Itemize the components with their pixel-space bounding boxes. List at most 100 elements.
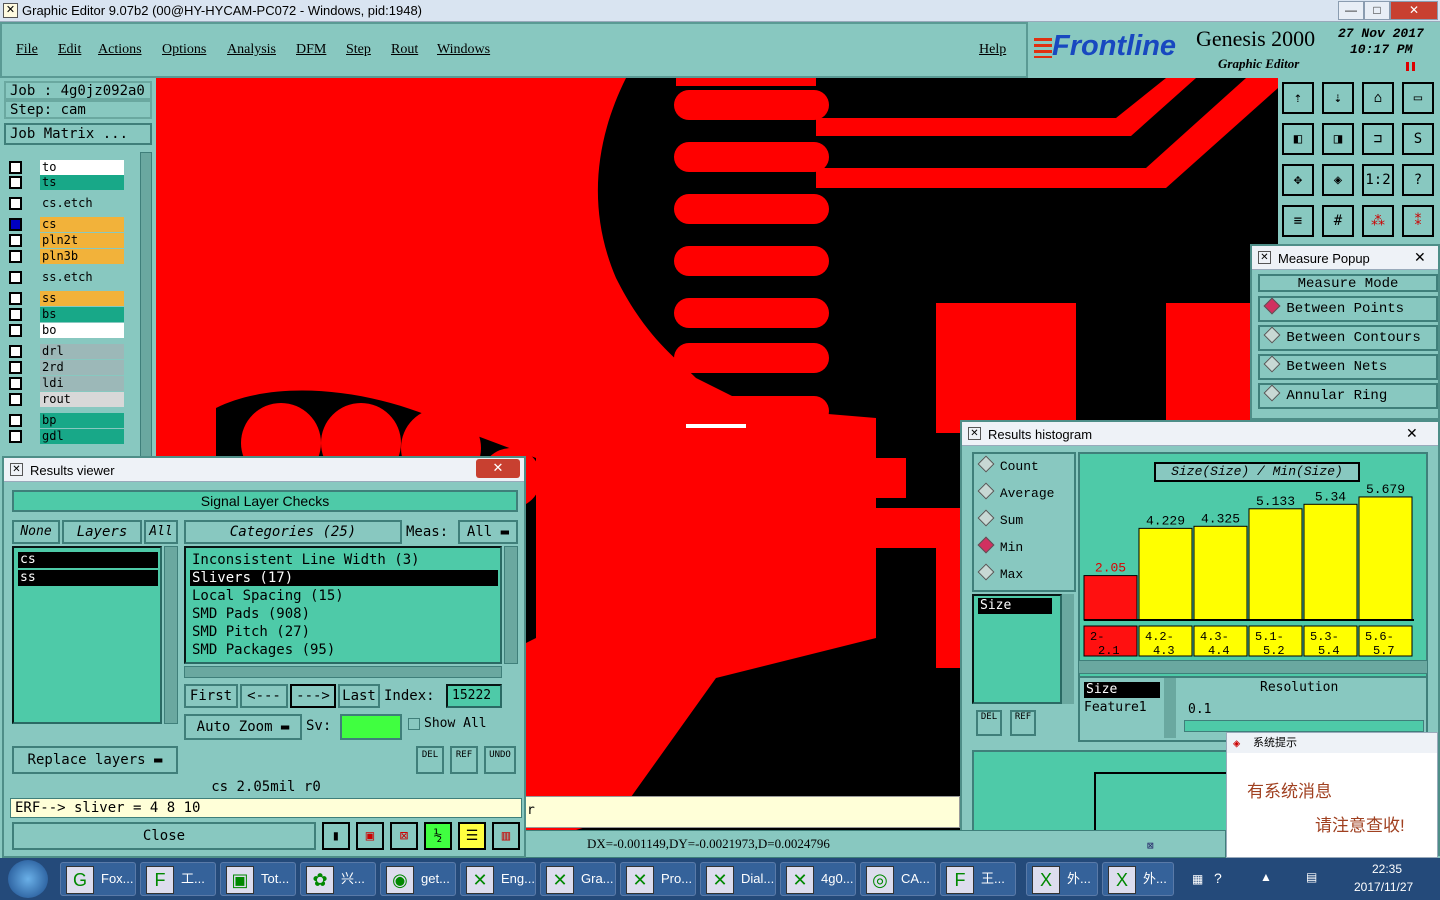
taskbar-item[interactable]: F 工... [140,862,216,896]
menu-help[interactable]: Help [979,42,1006,58]
layer-checkbox[interactable] [9,324,22,337]
histogram-bar[interactable] [1358,496,1413,621]
layer-checkbox[interactable] [9,250,22,263]
layer-name[interactable]: drl [40,344,124,359]
measure-option[interactable]: Between Nets [1258,354,1438,380]
layer-name[interactable]: to [40,160,124,175]
menu-rout[interactable]: Rout [391,42,418,58]
histogram-bar[interactable] [1248,508,1303,621]
center-icon[interactable]: ◈ [1322,164,1354,196]
layer-checkbox[interactable] [9,308,22,321]
stat-option[interactable]: Average [977,482,1054,501]
layer-checkbox[interactable] [9,414,22,427]
maximize-button[interactable]: □ [1364,1,1390,20]
taskbar-item[interactable]: ✕ Dial... [700,862,776,896]
result-layer-item[interactable]: ss [18,570,158,586]
next-button[interactable]: ---> [290,684,336,708]
first-button[interactable]: First [184,684,238,708]
clock-date[interactable]: 2017/11/27 [1354,880,1413,894]
drc-icon[interactable]: ⁂ [1362,205,1394,237]
undo-button[interactable]: UNDO [484,746,516,774]
stat-option[interactable]: Min [977,536,1023,555]
taskbar-item[interactable]: ◉ get... [380,862,456,896]
keyboard-icon[interactable]: ▦ [1192,872,1203,886]
layer-checkbox[interactable] [9,271,22,284]
notes-icon[interactable]: ☰ [458,822,486,850]
severity-selector[interactable] [340,714,402,740]
zoom-in-icon[interactable]: ◨ [1322,123,1354,155]
layer-name[interactable]: pln2t [40,233,124,248]
layer-name[interactable]: rout [40,392,124,407]
measure-option[interactable]: Between Contours [1258,325,1438,351]
menu-step[interactable]: Step [346,42,371,58]
res-field-feature1[interactable]: Feature1 [1084,700,1147,715]
close-window-button[interactable]: ✕ [1390,1,1438,20]
scale-icon[interactable]: 1:2 [1362,164,1394,196]
save-icon[interactable]: ⇣ [1322,82,1354,114]
menu-dfm[interactable]: DFM [296,42,326,58]
snap-icon[interactable]: S [1402,123,1434,155]
show-all-checkbox[interactable] [408,718,420,730]
layer-row-cs[interactable]: cs [6,217,124,232]
category-hscrollbar[interactable] [184,666,502,678]
close-icon[interactable]: ✕ [1414,249,1426,266]
layer-checkbox[interactable] [9,292,22,305]
taskbar-item[interactable]: X 外... [1102,862,1174,896]
histogram-bar[interactable] [1303,503,1358,621]
layer-name[interactable]: cs [40,217,124,232]
res-field-size[interactable]: Size [1084,682,1160,698]
histogram-bar[interactable] [1083,575,1138,621]
layer-checkbox[interactable] [9,377,22,390]
layer-row-ts[interactable]: ts [6,175,124,190]
help-icon[interactable]: ? [1402,164,1434,196]
report-icon[interactable]: ▣ [356,822,384,850]
layer-row-rout[interactable]: rout [6,392,124,407]
layer-name[interactable]: ss.etch [40,270,124,285]
layer-name[interactable]: bo [40,323,124,338]
result-layer-item[interactable]: cs [18,552,158,568]
layer-checkbox[interactable] [9,430,22,443]
layer-row-bp[interactable]: bp [6,413,124,428]
stat-option[interactable]: Sum [977,509,1023,528]
histogram-bar[interactable] [1138,527,1193,621]
stat-option[interactable]: Count [977,455,1039,474]
field-list[interactable]: Size [972,594,1062,704]
net-icon[interactable]: ⁑ [1402,205,1434,237]
menu-windows[interactable]: Windows [437,42,490,58]
layer-row-ss[interactable]: ss [6,291,124,306]
taskbar-item[interactable]: ✿ 兴... [300,862,376,896]
category-item[interactable]: Slivers (17) [190,570,498,586]
layer-row-drl[interactable]: drl [6,344,124,359]
layer-checkbox[interactable] [9,161,22,174]
select-none-button[interactable]: None [12,520,60,544]
layer-row-ldi[interactable]: ldi [6,376,124,391]
fit-icon[interactable]: ✥ [1282,164,1314,196]
taskbar-item[interactable]: X 外... [1026,862,1098,896]
layer-row-cs.etch[interactable]: cs.etch [6,196,124,211]
layer-checkbox[interactable] [9,218,22,231]
taskbar-item[interactable]: ◎ CA... [860,862,936,896]
layer-name[interactable]: gdl [40,429,124,444]
menu-actions[interactable]: Actions [98,42,142,58]
field-size[interactable]: Size [978,598,1052,614]
close-icon[interactable]: ✕ [476,459,520,478]
ref-button[interactable]: REF [450,746,478,774]
layer-row-2rd[interactable]: 2rd [6,360,124,375]
select-all-button[interactable]: All [144,520,178,544]
layer-row-to[interactable]: to [6,160,124,175]
layer-row-pln3b[interactable]: pln3b [6,249,124,264]
layer-checkbox[interactable] [9,176,22,189]
auto-zoom-menu[interactable]: Auto Zoom ▬ [184,714,302,740]
open-step-icon[interactable]: ⇡ [1282,82,1314,114]
histogram-bar[interactable] [1193,525,1248,621]
network-icon[interactable]: ▤ [1306,870,1317,884]
layer-name[interactable]: cs.etch [40,196,124,211]
close-icon[interactable]: ✕ [1406,425,1418,442]
prev-button[interactable]: <--- [240,684,288,708]
del-button[interactable]: DEL [416,746,444,774]
arrow-up-icon[interactable]: ▲ [1260,870,1272,884]
taskbar-item[interactable]: ✕ Pro... [620,862,696,896]
measure-option[interactable]: Annular Ring [1258,383,1438,409]
category-item[interactable]: SMD Packages (95) [190,642,498,658]
category-item[interactable]: SMD Pitch (27) [190,624,498,640]
